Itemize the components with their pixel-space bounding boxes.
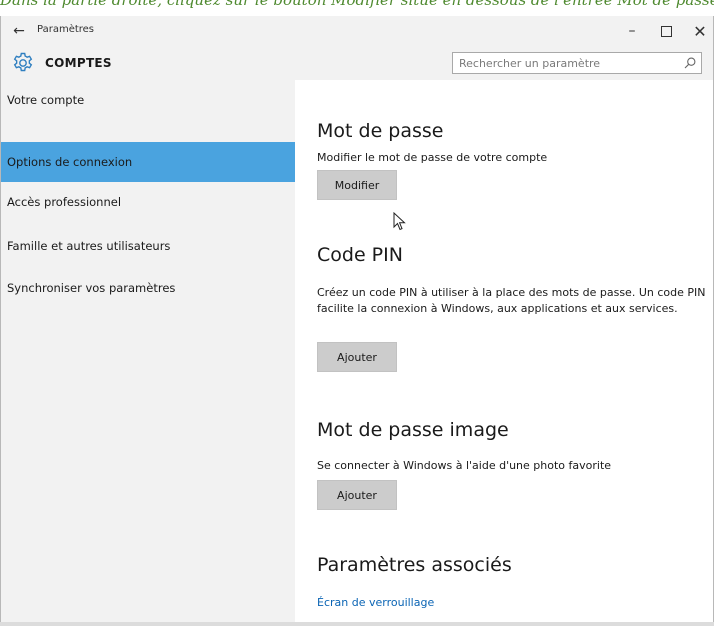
add-picture-password-button[interactable]: Ajouter: [317, 480, 397, 510]
add-pin-button[interactable]: Ajouter: [317, 342, 397, 372]
title-bar: ← Paramètres – ✕: [1, 16, 713, 46]
caption-strip: Dans la partie droite, cliquez sur le bo…: [0, 0, 714, 16]
sidebar-item-label: Votre compte: [7, 93, 85, 107]
password-description: Modifier le mot de passe de votre compte: [317, 151, 548, 164]
sidebar-item-label: Accès professionnel: [7, 195, 122, 209]
back-button[interactable]: ←: [9, 21, 29, 41]
sidebar: Votre compte Options de connexion Accès …: [1, 80, 295, 624]
bottom-edge: [0, 622, 714, 626]
picture-password-description: Se connecter à Windows à l'aide d'une ph…: [317, 459, 612, 472]
picture-password-heading: Mot de passe image: [317, 419, 509, 441]
sidebar-item-acces-professionnel[interactable]: Accès professionnel: [1, 182, 295, 222]
modify-password-button[interactable]: Modifier: [317, 170, 397, 200]
related-settings-heading: Paramètres associés: [317, 554, 512, 576]
search-box[interactable]: [452, 52, 702, 74]
sidebar-item-synchroniser[interactable]: Synchroniser vos paramètres: [1, 268, 295, 308]
settings-window: ← Paramètres – ✕ COMPTES Votr: [0, 16, 714, 624]
sidebar-item-famille[interactable]: Famille et autres utilisateurs: [1, 226, 295, 266]
sidebar-item-label: Synchroniser vos paramètres: [7, 281, 176, 295]
minimize-button[interactable]: –: [617, 18, 647, 44]
search-icon[interactable]: [683, 56, 697, 70]
lock-screen-link[interactable]: Écran de verrouillage: [317, 596, 434, 609]
section-title: COMPTES: [45, 56, 112, 70]
gear-icon: [13, 52, 33, 72]
close-button[interactable]: ✕: [685, 18, 713, 44]
search-input[interactable]: [459, 55, 669, 71]
pin-heading: Code PIN: [317, 244, 403, 266]
maximize-button[interactable]: [651, 18, 681, 44]
sidebar-item-label: Options de connexion: [7, 155, 133, 169]
maximize-icon: [660, 25, 672, 37]
password-heading: Mot de passe: [317, 120, 444, 142]
sidebar-item-votre-compte[interactable]: Votre compte: [1, 80, 295, 120]
sidebar-item-label: Famille et autres utilisateurs: [7, 239, 171, 253]
main-content: Mot de passe Modifier le mot de passe de…: [295, 80, 713, 624]
page-header: COMPTES: [1, 46, 713, 80]
pin-description: Créez un code PIN à utiliser à la place …: [317, 286, 706, 315]
app-title: Paramètres: [37, 24, 95, 35]
caption-text: Dans la partie droite, cliquez sur le bo…: [0, 0, 714, 9]
sidebar-item-options-de-connexion[interactable]: Options de connexion: [1, 142, 295, 182]
